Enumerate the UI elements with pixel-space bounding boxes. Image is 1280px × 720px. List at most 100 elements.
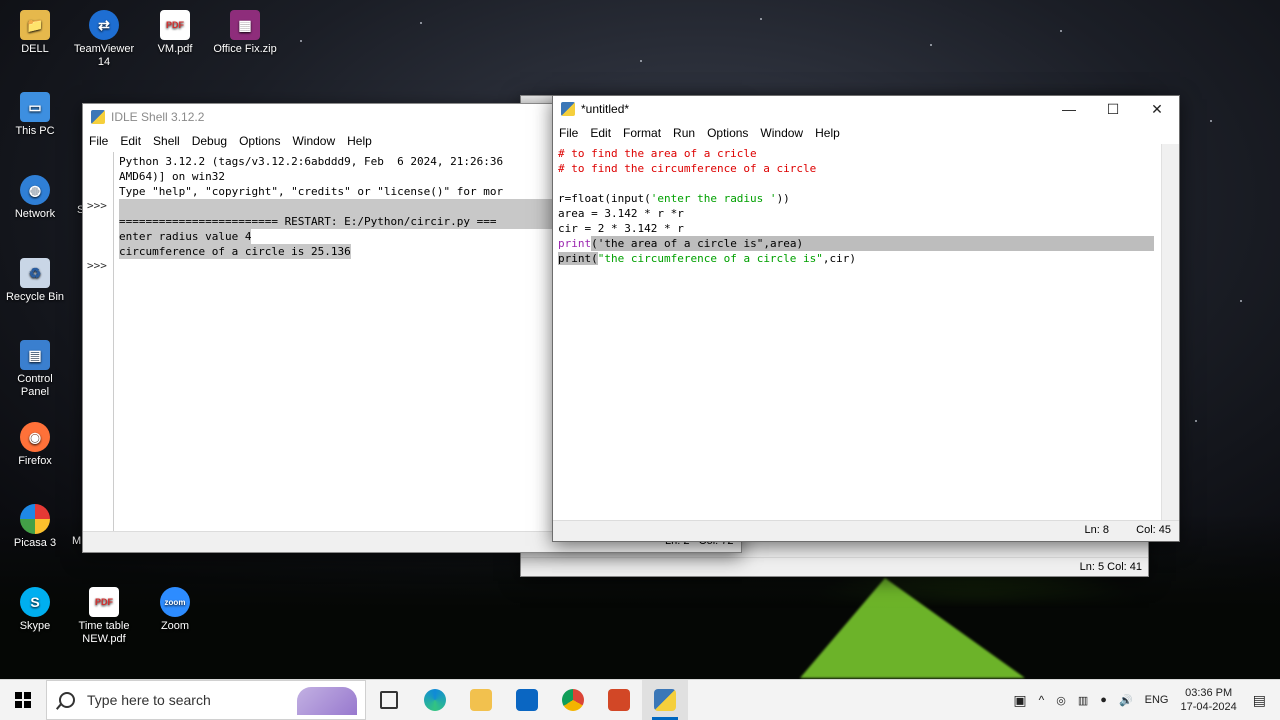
editor-title: *untitled* [581,102,630,116]
desktop-icon-label: DELL [21,43,49,55]
editor-scrollbar[interactable] [1161,144,1179,521]
shell-menu-debug[interactable]: Debug [192,134,227,148]
desktop-icon-dell[interactable]: 📁 DELL [2,10,68,56]
shell-menu-file[interactable]: File [89,134,108,148]
search-icon [59,692,75,708]
back-window-statusbar: Ln: 5 Col: 41 [521,557,1148,576]
star [640,60,642,62]
network-icon[interactable]: ▥ [1078,694,1088,707]
action-center-icon[interactable]: ▤ [1253,692,1266,709]
desktop-icon-time-table-pdf[interactable]: PDF Time table NEW.pdf [71,587,137,646]
clock-time: 03:36 PM [1185,687,1233,699]
code-keyword: print [558,252,592,265]
star [1240,300,1242,302]
unicorn-search-highlight-icon [297,687,357,715]
editor-menu-run[interactable]: Run [673,126,695,140]
computer-icon: ▭ [20,92,50,122]
volume-icon[interactable]: 🔊 [1119,694,1133,707]
code-token: r=float(input( [558,192,651,205]
shell-menu-options[interactable]: Options [239,134,280,148]
taskbar-clock[interactable]: 03:36 PM 17-04-2024 [1180,686,1236,714]
code-selection: ('the area of a circle is",area) [591,236,1155,251]
back-window-status: Ln: 5 Col: 41 [1079,561,1142,573]
mail-icon [516,689,538,711]
zoom-icon: zoom [160,587,190,617]
window-controls: — ☐ ✕ [1047,96,1179,122]
desktop-icon-skype[interactable]: S Skype [2,587,68,633]
python-idle-icon [91,110,105,124]
teamviewer-icon: ⇄ [89,10,119,40]
desktop-icon-zoom[interactable]: zoom Zoom [142,587,208,633]
idle-editor-window[interactable]: *untitled* — ☐ ✕ File Edit Format Run Op… [552,95,1180,542]
editor-menu-format[interactable]: Format [623,126,661,140]
taskbar-app-chrome[interactable] [550,680,596,720]
start-button[interactable] [0,680,46,720]
pdf-file-icon: PDF [160,10,190,40]
chrome-icon [562,689,584,711]
desktop-icon-office-fix-zip[interactable]: ▦ Office Fix.zip [212,10,278,56]
code-editor[interactable]: # to find the area of a cricle # to find… [558,146,1159,266]
code-line: print('the area of a circle is",area) [558,236,1159,251]
editor-menu-help[interactable]: Help [815,126,840,140]
minimize-button[interactable]: — [1047,96,1091,122]
close-button[interactable]: ✕ [1135,96,1179,122]
shell-title: IDLE Shell 3.12.2 [111,110,205,124]
code-string: 'enter the radius ' [650,192,777,205]
desktop-icon-network[interactable]: ◍ Network [2,175,68,221]
taskbar-app-mail[interactable] [504,680,550,720]
microphone-icon[interactable]: ● [1100,694,1107,706]
code-line: r=float(input('enter the radius ')) [558,191,1159,206]
shell-menu-edit[interactable]: Edit [120,134,141,148]
taskbar-app-powerpoint[interactable] [596,680,642,720]
star [420,22,422,24]
shell-menu-window[interactable]: Window [292,134,335,148]
pdf-file-icon: PDF [89,587,119,617]
editor-menu-file[interactable]: File [559,126,578,140]
editor-statusbar: Ln: 8 Col: 45 [553,520,1179,541]
notification-badge-icon[interactable]: ▣ [1013,692,1026,709]
code-line: area = 3.142 * r *r [558,207,684,220]
chevron-up-icon[interactable]: ^ [1039,693,1045,707]
taskbar-search-box[interactable]: Type here to search [46,680,366,720]
task-view-button[interactable] [366,680,412,720]
code-token: ,cir) [822,252,857,265]
desktop-icon-label: Zoom [160,620,190,632]
editor-menu-options[interactable]: Options [707,126,748,140]
star [1060,30,1062,32]
folder-user-icon: 📁 [20,10,50,40]
glowing-tent [800,578,1025,678]
desktop-icon-recycle-bin[interactable]: ♻ Recycle Bin [2,258,68,304]
meet-now-icon[interactable]: ◎ [1056,694,1066,707]
desktop-icon-label: Office Fix.zip [213,43,277,55]
desktop-icon-this-pc[interactable]: ▭ This PC [2,92,68,138]
taskbar-app-file-explorer[interactable] [458,680,504,720]
clock-date: 17-04-2024 [1180,701,1237,713]
desktop-icon-vm-pdf[interactable]: PDF VM.pdf [142,10,208,56]
winrar-archive-icon: ▦ [230,10,260,40]
firefox-icon: ◉ [20,422,50,452]
shell-line: enter radius value 4 [119,229,252,244]
editor-menu-edit[interactable]: Edit [590,126,611,140]
editor-menu-window[interactable]: Window [760,126,803,140]
desktop-icon-label: Control Panel [17,373,53,398]
desktop-icon-control-panel[interactable]: ▤ Control Panel [2,340,68,399]
desktop-icon-teamviewer[interactable]: ⇄ TeamViewer 14 [71,10,137,69]
shell-menu-help[interactable]: Help [347,134,372,148]
editor-status-line: Ln: 8 [1084,524,1109,536]
shell-menu-shell[interactable]: Shell [153,134,180,148]
picasa-icon [20,504,50,534]
star [760,18,762,20]
desktop-icon-label: Picasa 3 [13,537,57,549]
taskbar-app-python-idle[interactable] [642,680,688,720]
code-string: "the circumference of a circle is" [597,252,823,265]
taskbar-app-edge[interactable] [412,680,458,720]
language-indicator[interactable]: ENG [1145,694,1169,706]
shell-prompt: >>> [87,199,107,212]
desktop-icon-picasa[interactable]: Picasa 3 [2,504,68,550]
desktop-icon-firefox[interactable]: ◉ Firefox [2,422,68,468]
star [1195,420,1197,422]
python-idle-icon [561,102,575,116]
maximize-button[interactable]: ☐ [1091,96,1135,122]
code-token: )) [776,192,790,205]
